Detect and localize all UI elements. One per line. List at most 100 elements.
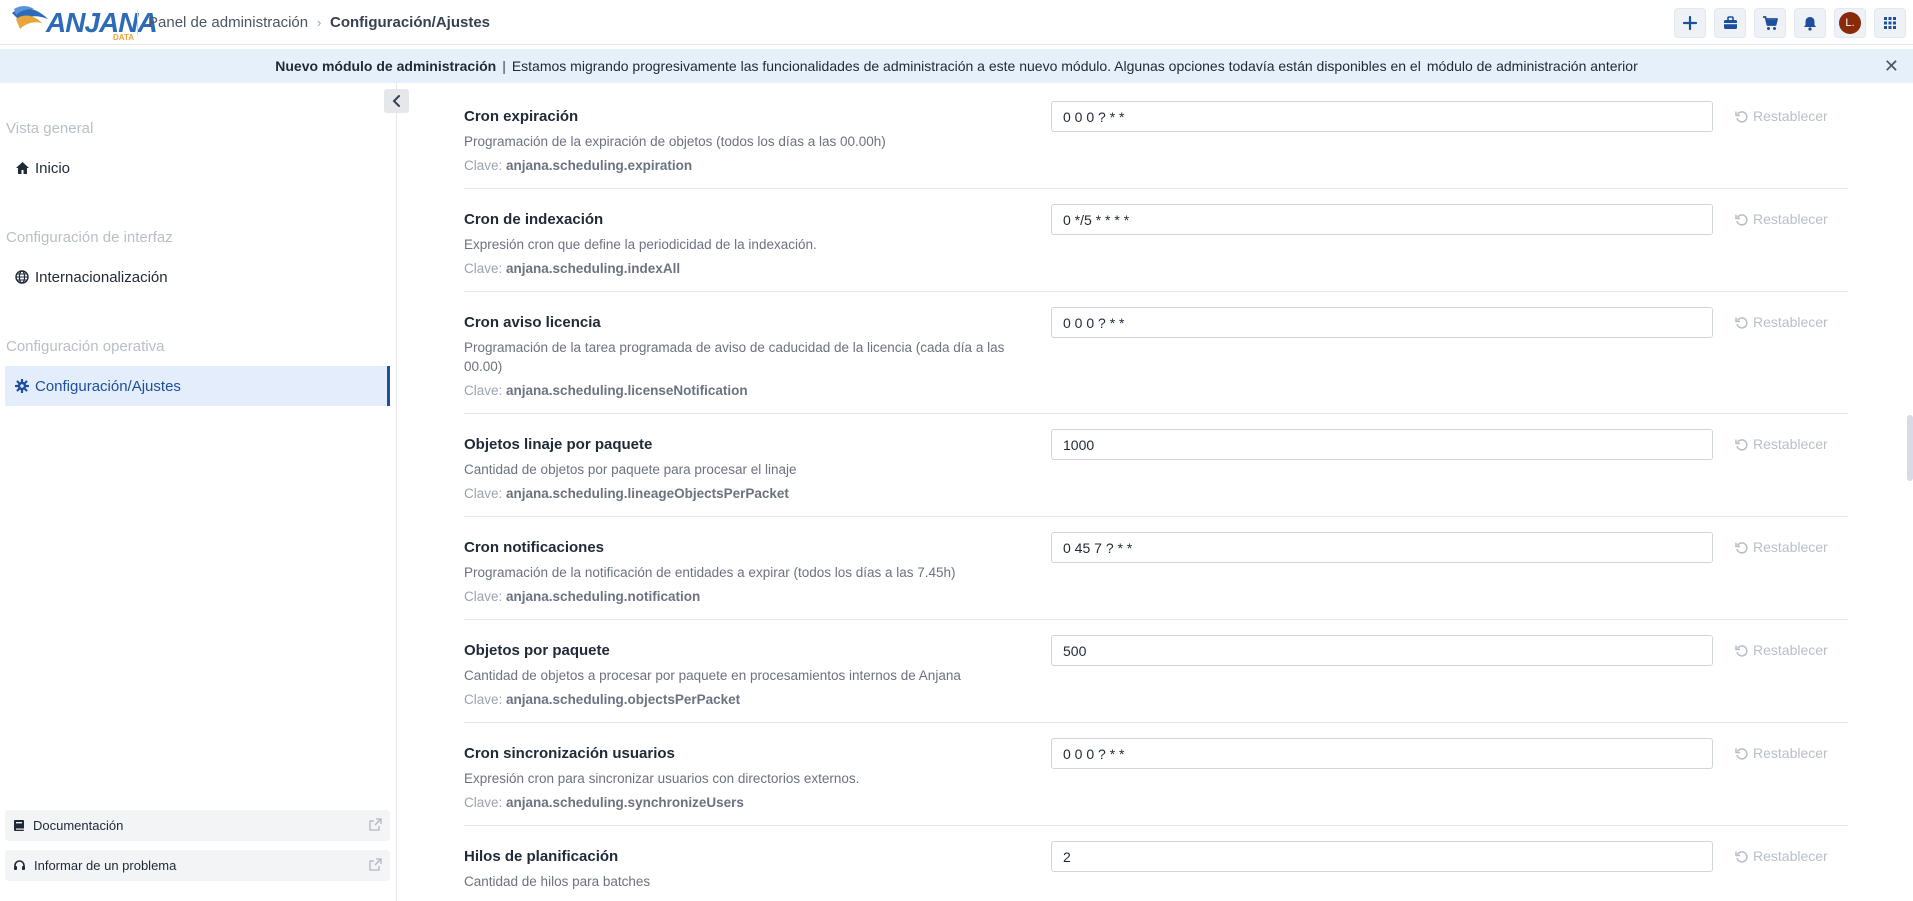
setting-row: Hilos de planificación Cantidad de hilos… (464, 826, 1848, 901)
reset-button[interactable]: Restablecer (1735, 642, 1828, 658)
undo-icon (1735, 747, 1748, 760)
setting-description: Cantidad de objetos a procesar por paque… (464, 668, 961, 683)
report-problem-link[interactable]: Informar de un problema (5, 850, 390, 881)
external-link-icon (369, 858, 382, 871)
grid-icon (1884, 17, 1896, 29)
undo-icon (1735, 438, 1748, 451)
plus-icon (1682, 15, 1698, 31)
banner-separator: | (502, 58, 506, 74)
banner-title: Nuevo módulo de administración (275, 58, 497, 74)
setting-key: Clave: anjana.scheduling.licenseNotifica… (464, 383, 748, 398)
avatar[interactable]: L. (1839, 12, 1861, 34)
undo-icon (1735, 644, 1748, 657)
book-icon (14, 820, 24, 831)
sidebar-item-label: Configuración/Ajustes (35, 377, 181, 395)
globe-icon (15, 270, 29, 284)
documentation-link[interactable]: Documentación (5, 810, 390, 841)
header-divider (137, 10, 138, 35)
setting-title: Objetos por paquete (464, 642, 610, 659)
bird-icon (12, 6, 48, 29)
reset-button[interactable]: Restablecer (1735, 539, 1828, 555)
setting-description: Programación de la notificación de entid… (464, 565, 956, 580)
scrollbar[interactable] (1907, 415, 1913, 481)
section-title-overview: Vista general (6, 120, 94, 137)
setting-title: Cron notificaciones (464, 539, 605, 556)
section-title-interface: Configuración de interfaz (6, 229, 173, 246)
setting-description: Expresión cron para sincronizar usuarios… (464, 771, 860, 786)
setting-value-input[interactable]: 0 45 7 ? * * (1051, 532, 1713, 563)
undo-icon (1735, 213, 1748, 226)
cart-icon (1763, 15, 1778, 30)
reset-button[interactable]: Restablecer (1735, 745, 1828, 761)
setting-description: Expresión cron que define la periodicida… (464, 237, 817, 252)
setting-row: Objetos por paquete Cantidad de objetos … (464, 620, 1848, 723)
setting-title: Hilos de planificación (464, 848, 619, 865)
breadcrumb-chevron-icon: › (317, 15, 322, 30)
reset-button[interactable]: Restablecer (1735, 436, 1828, 452)
banner-legacy-link[interactable]: módulo de administración anterior (1427, 58, 1638, 74)
reset-button[interactable]: Restablecer (1735, 314, 1828, 330)
briefcase-icon (1723, 16, 1737, 29)
anjana-logo[interactable]: ANJANA DATA (10, 3, 158, 42)
setting-value-input[interactable]: 0 0 0 ? * * (1051, 738, 1713, 769)
setting-title: Cron de indexación (464, 211, 604, 228)
logo-subtitle: DATA (113, 33, 135, 42)
setting-title: Cron expiración (464, 108, 579, 125)
gear-icon (15, 379, 29, 393)
setting-key: Clave: anjana.scheduling.expiration (464, 158, 693, 173)
top-bar: ANJANA DATA Panel de administración › Co… (0, 0, 1913, 45)
cart-button[interactable] (1754, 8, 1786, 38)
setting-key: Clave: anjana.scheduling.indexAll (464, 261, 681, 276)
close-icon[interactable]: ✕ (1884, 56, 1899, 77)
reset-button[interactable]: Restablecer (1735, 108, 1828, 124)
sidebar-item-inicio[interactable]: Inicio (5, 148, 390, 188)
chevron-left-icon (392, 95, 400, 107)
sidebar-item-label: Internacionalización (35, 268, 168, 286)
setting-title: Cron sincronización usuarios (464, 745, 675, 762)
undo-icon (1735, 541, 1748, 554)
notifications-button[interactable] (1794, 8, 1826, 38)
setting-row: Cron aviso licencia Programación de la t… (464, 292, 1848, 414)
collapse-sidebar-button[interactable] (384, 89, 409, 113)
headset-icon (14, 860, 25, 870)
breadcrumb-current: Configuración/Ajustes (330, 14, 491, 31)
sidebar: Vista general Inicio Configuración de in… (0, 83, 409, 901)
breadcrumb-admin-panel[interactable]: Panel de administración (148, 14, 308, 31)
setting-title: Cron aviso licencia (464, 314, 601, 331)
home-icon (16, 162, 29, 174)
setting-row: Cron expiración Programación de la expir… (464, 83, 1848, 189)
bell-icon (1804, 16, 1816, 31)
setting-value-input[interactable]: 0 */5 * * * * (1051, 204, 1713, 235)
apps-button[interactable] (1874, 8, 1906, 38)
setting-row: Objetos linaje por paquete Cantidad de o… (464, 414, 1848, 517)
setting-value-input[interactable]: 500 (1051, 635, 1713, 666)
sidebar-item-configuracion[interactable]: Configuración/Ajustes (5, 366, 390, 406)
setting-key: Clave: anjana.scheduling.lineageObjectsP… (464, 486, 789, 501)
undo-icon (1735, 850, 1748, 863)
setting-description: Cantidad de hilos para batches (464, 874, 651, 889)
reset-button[interactable]: Restablecer (1735, 211, 1828, 227)
setting-key: Clave: anjana.scheduling.synchronizeUser… (464, 795, 744, 810)
setting-description: Cantidad de objetos por paquete para pro… (464, 462, 797, 477)
migration-banner: Nuevo módulo de administración | Estamos… (0, 49, 1913, 83)
logo-text: ANJANA (46, 7, 158, 38)
sidebar-item-label: Inicio (35, 159, 71, 177)
setting-value-input[interactable]: 0 0 0 ? * * (1051, 101, 1713, 132)
banner-text: Estamos migrando progresivamente las fun… (511, 58, 1421, 74)
setting-value-input[interactable]: 2 (1051, 841, 1713, 872)
briefcase-button[interactable] (1714, 8, 1746, 38)
setting-row: Cron de indexación Expresión cron que de… (464, 189, 1848, 292)
setting-description: Programación de la tarea programada de a… (464, 340, 1005, 374)
section-title-operational: Configuración operativa (6, 338, 165, 355)
setting-title: Objetos linaje por paquete (464, 436, 653, 453)
add-button[interactable] (1674, 8, 1706, 38)
report-problem-label: Informar de un problema (34, 858, 177, 873)
setting-row: Cron notificaciones Programación de la n… (464, 517, 1848, 620)
sidebar-item-internacionalizacion[interactable]: Internacionalización (5, 257, 390, 297)
setting-row: Cron sincronización usuarios Expresión c… (464, 723, 1848, 826)
setting-description: Programación de la expiración de objetos… (464, 134, 886, 149)
reset-button[interactable]: Restablecer (1735, 848, 1828, 864)
setting-value-input[interactable]: 1000 (1051, 429, 1713, 460)
setting-value-input[interactable]: 0 0 0 ? * * (1051, 307, 1713, 338)
settings-list: Cron expiración Programación de la expir… (397, 83, 1913, 901)
